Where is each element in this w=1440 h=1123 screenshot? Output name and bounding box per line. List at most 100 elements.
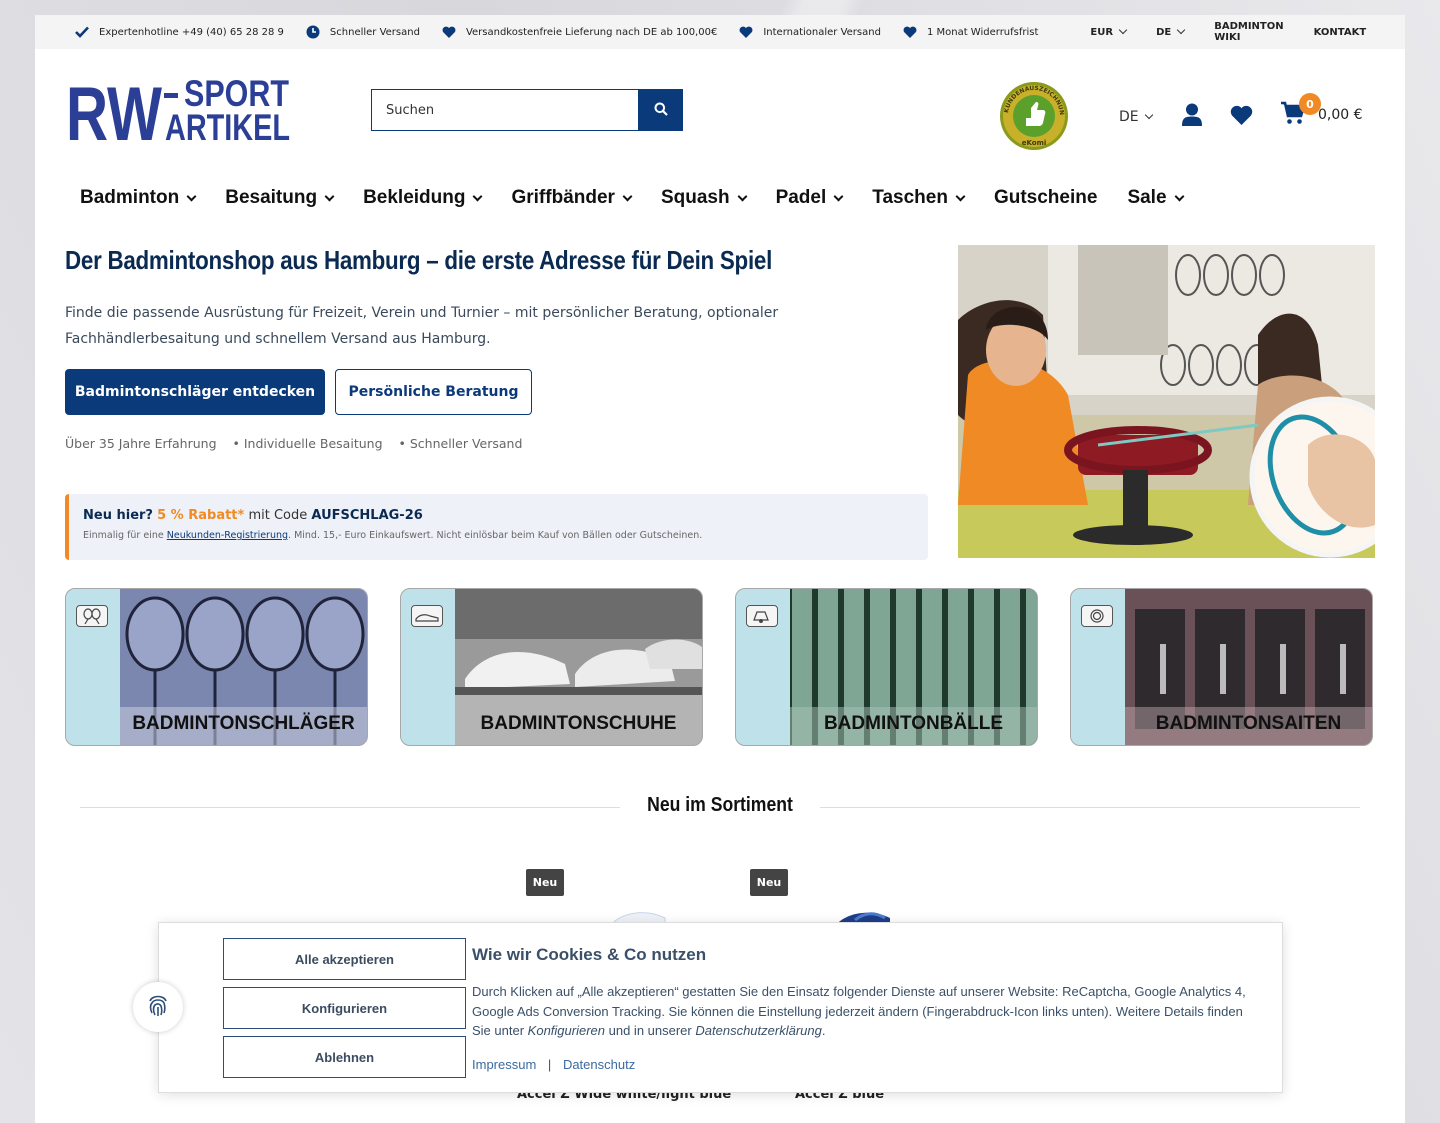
fact-shipping: • Schneller Versand [398,436,523,451]
nav-item-sale[interactable]: Sale [1127,187,1184,209]
nav-item-badminton[interactable]: Badminton [80,187,197,209]
chevron-down-icon [622,191,633,201]
header: RW SPORT ARTIKEL KUNDENAUSZEICHNUNG [35,49,1405,179]
usp-text: 1 Monat Widerrufsfrist [926,26,1039,38]
chevron-down-icon [1176,25,1186,35]
usp-international: Internationaler Versand [739,25,881,39]
usp-text: Schneller Versand [329,26,420,38]
chevron-down-icon [1118,25,1128,35]
shoe-icon [411,605,443,627]
main-navigation: Badminton Besaitung Bekleidung Griffbänd… [80,187,1213,209]
nav-item-padel[interactable]: Padel [776,187,844,209]
promo-code: AUFSCHLAG-26 [311,508,423,523]
configure-cookies-button[interactable]: Konfigurieren [223,987,466,1029]
section-divider [80,807,620,808]
category-label: BADMINTONSCHUHE [480,713,677,734]
heart-icon [903,25,917,39]
chevron-down-icon [473,191,483,201]
promo-with-code: mit Code [248,508,308,523]
heart-icon [739,25,753,39]
personal-consultation-button[interactable]: Persönliche Beratung [335,369,532,415]
fingerprint-icon [144,991,172,1023]
svg-text:eKomi: eKomi [1022,139,1047,147]
cart-icon: 0 [1280,93,1321,129]
hero-facts: Über 35 Jahre Erfahrung • Individuelle B… [65,436,538,451]
category-tile-shuttlecocks[interactable]: BADMINTONBÄLLE [735,588,1038,746]
category-label: BADMINTONBÄLLE [823,713,1004,734]
privacy-policy-link[interactable]: Datenschutzerklärung [695,1023,821,1038]
currency-select[interactable]: EUR [1090,25,1128,38]
decline-cookies-button[interactable]: Ablehnen [223,1036,466,1078]
search-bar [371,89,683,131]
usp-text: Internationaler Versand [763,26,881,38]
search-button[interactable] [639,89,683,131]
nav-item-squash[interactable]: Squash [661,187,748,209]
category-tile-strings[interactable]: BADMINTONSAITEN [1070,588,1373,746]
new-badge: Neu [526,869,564,896]
top-bar: Expertenhotline +49 (40) 65 28 28 9 Schn… [35,15,1405,49]
clock-icon [306,25,320,39]
chevron-down-icon [955,191,966,201]
chevron-down-icon [186,191,197,201]
heart-icon [1230,105,1253,130]
account-button[interactable] [1181,103,1203,131]
nav-item-besaitung[interactable]: Besaitung [225,187,335,209]
shop-logo[interactable]: RW SPORT ARTIKEL [66,72,292,157]
nav-item-gutscheine[interactable]: Gutscheine [994,187,1097,209]
promo-new-here: Neu hier? [83,508,153,523]
cart-count-badge: 0 [1299,93,1321,115]
wishlist-button[interactable] [1230,105,1253,130]
hero-stringing-photo [958,245,1375,558]
impressum-link[interactable]: Impressum [472,1057,536,1072]
string-coil-icon [1081,605,1113,627]
datenschutz-link[interactable]: Datenschutz [563,1057,635,1072]
fact-experience: Über 35 Jahre Erfahrung [65,436,217,451]
chevron-down-icon [833,191,844,201]
cookie-links: Impressum | Datenschutz [472,1057,635,1072]
cart-button[interactable]: 0 0,00 € [1280,93,1363,129]
cart-total: 0,00 € [1318,107,1363,123]
discover-rackets-button[interactable]: Badmintonschläger entdecken [65,369,325,415]
racket-icon [76,605,108,627]
check-icon [75,25,89,39]
user-icon [1181,103,1203,131]
nav-item-griffbaender[interactable]: Griffbänder [511,187,633,209]
usp-free-delivery: Versandkostenfreie Lieferung nach DE ab … [442,25,717,39]
cookie-consent-banner: Alle akzeptieren Konfigurieren Ablehnen … [158,922,1283,1093]
chevron-down-icon [737,191,748,201]
header-language-select[interactable]: DE [1119,109,1153,125]
ekomi-seal[interactable]: KUNDENAUSZEICHNUNG eKomi [997,75,1069,152]
language-select[interactable]: DE [1156,25,1186,38]
registration-link[interactable]: Neukunden-Registrierung [167,530,288,541]
usp-text: Expertenhotline +49 (40) 65 28 28 9 [99,26,284,38]
chevron-down-icon [1144,110,1153,120]
category-tiles: BADMINTONSCHLÄGER BADMINTONSCHUHE BADMIN… [65,588,1375,746]
search-input[interactable] [371,89,639,131]
usp-shipping: Schneller Versand [306,25,420,39]
hero-description: Finde die passende Ausrüstung für Freize… [65,305,779,347]
usp-text: Versandkostenfreie Lieferung nach DE ab … [465,26,718,38]
promo-discount: 5 % Rabatt* [157,508,245,523]
nav-item-bekleidung[interactable]: Bekleidung [363,187,483,209]
category-label: BADMINTONSAITEN [1155,713,1342,734]
chevron-down-icon [1174,191,1184,201]
nav-item-taschen[interactable]: Taschen [872,187,966,209]
shuttlecock-icon [746,605,778,627]
svg-text:ARTIKEL: ARTIKEL [165,107,290,146]
fact-stringing: • Individuelle Besaitung [232,436,383,451]
section-divider [820,807,1360,808]
badminton-wiki-link[interactable]: BADMINTON WIKI [1214,21,1283,43]
cookie-title: Wie wir Cookies & Co nutzen [472,945,707,964]
link-separator: | [547,1057,552,1072]
cookie-text: Durch Klicken auf „Alle akzeptieren“ ges… [472,984,1246,1038]
accept-all-cookies-button[interactable]: Alle akzeptieren [223,938,466,980]
configure-link[interactable]: Konfigurieren [528,1023,605,1038]
usp-withdrawal: 1 Monat Widerrufsfrist [903,25,1038,39]
search-icon [654,102,668,119]
contact-link[interactable]: KONTAKT [1314,27,1367,38]
hero-title: Der Badmintonshop aus Hamburg – die erst… [65,245,773,275]
category-tile-rackets[interactable]: BADMINTONSCHLÄGER [65,588,368,746]
svg-text:RW: RW [66,76,162,146]
cookie-settings-button[interactable] [133,982,183,1032]
category-tile-shoes[interactable]: BADMINTONSCHUHE [400,588,703,746]
